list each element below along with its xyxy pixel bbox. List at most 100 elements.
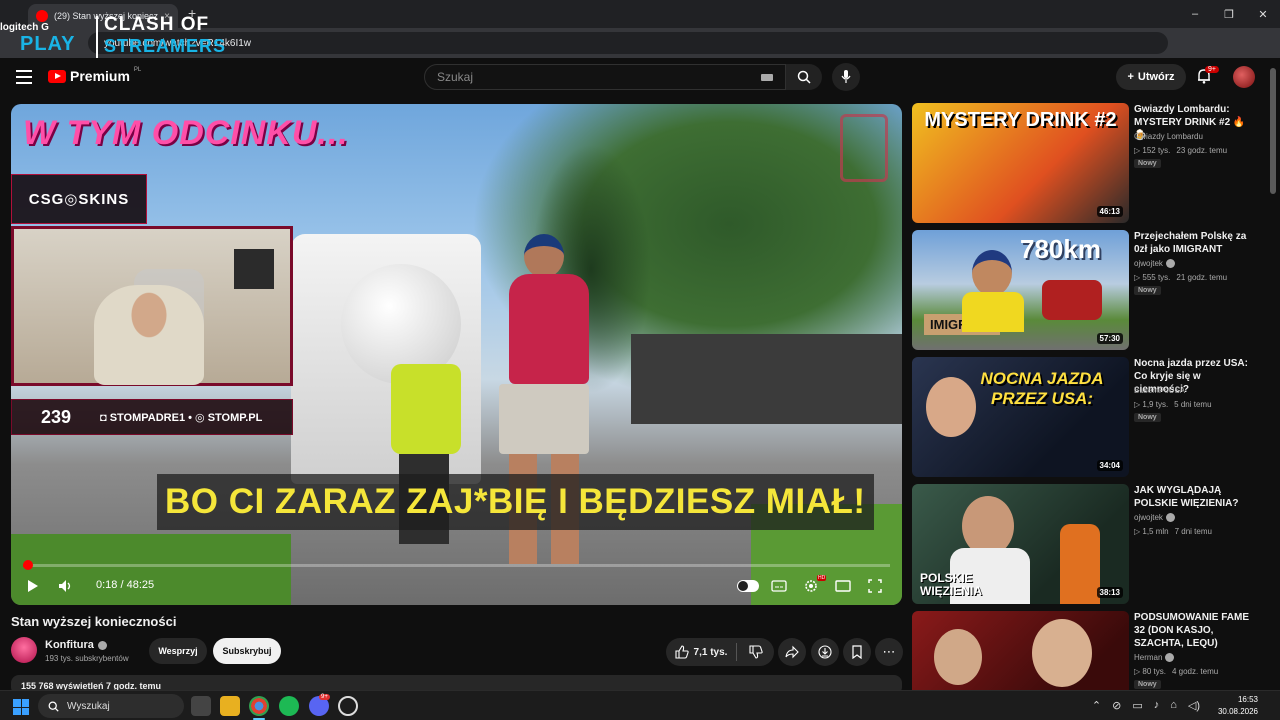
taskbar-clock[interactable]: 16:53 30.08.2026 [1218, 694, 1258, 718]
keyboard-icon[interactable] [761, 74, 773, 81]
dislike-button[interactable] [737, 645, 774, 659]
search-button[interactable] [786, 64, 822, 90]
new-badge: Nowy [1134, 286, 1161, 295]
volume-icon[interactable] [57, 576, 73, 596]
upload-age: 5 dni temu [1174, 400, 1212, 409]
video-thumbnail[interactable]: MYSTERY DRINK #2 46:13 [912, 103, 1129, 223]
thumbnail-face [1032, 619, 1092, 687]
clock-time: 16:53 [1237, 695, 1258, 704]
like-dislike-group: 7,1 tys. [666, 638, 774, 666]
tray-microphone-icon[interactable]: ♪ [1154, 699, 1160, 712]
recommendation-item[interactable]: NOCNA JAZDA PRZEZ USA: 34:04 Nocna jazda… [912, 357, 1264, 477]
recommendation-channel[interactable]: ojwojtek [1134, 259, 1175, 268]
subtitles-icon[interactable] [771, 576, 787, 596]
recommendation-item[interactable]: PODSUMOWANIE FAME 32 (DON KASJO, SZACHTA… [912, 611, 1264, 695]
recommendation-item[interactable]: MYSTERY DRINK #2 46:13 Gwiazdy Lombardu:… [912, 103, 1264, 223]
view-count: ▷ 152 tys. [1134, 146, 1171, 155]
tray-volume-icon[interactable]: ◁) [1188, 699, 1200, 712]
maximize-button[interactable]: ❐ [1212, 0, 1246, 28]
channel-label: Herman [1134, 653, 1163, 662]
recommendation-channel[interactable]: Herman [1134, 653, 1175, 662]
thumbnail-face [972, 250, 1012, 296]
recommendation-title[interactable]: Przejechałem Polskę za 0zł jako IMIGRANT [1134, 230, 1254, 256]
new-badge: Nowy [1134, 413, 1161, 422]
verified-check-icon [1165, 513, 1175, 522]
view-count: ▷ 555 tys. [1134, 273, 1171, 282]
streamers-logo-text: STREAMERS [104, 36, 227, 56]
recommendation-title[interactable]: JAK WYGLĄDAJĄ POLSKIE WIĘZIENIA? [1134, 484, 1254, 510]
spotify-icon[interactable] [279, 696, 299, 716]
save-button[interactable] [843, 638, 871, 666]
share-button[interactable] [778, 638, 806, 666]
player-controls: 0:18 / 48:25 HD [11, 574, 902, 598]
video-thumbnail[interactable]: NOCNA JAZDA PRZEZ USA: 34:04 [912, 357, 1129, 477]
clash-logo-text: CLASH OF [104, 14, 210, 35]
menu-icon[interactable] [16, 70, 32, 84]
screen: (29) Stan wyższej konieczności × + – ❐ ✕… [0, 0, 1280, 720]
youtube-logo[interactable]: Premium PL [48, 67, 141, 84]
voice-search-button[interactable] [832, 63, 860, 91]
support-button[interactable]: Wesprzyj [149, 638, 207, 664]
scene-fence [631, 334, 902, 424]
recommendation-channel[interactable]: ojwojtek [1134, 513, 1175, 522]
recommendation-title[interactable]: PODSUMOWANIE FAME 32 (DON KASJO, SZACHTA… [1134, 611, 1254, 650]
more-actions-button[interactable]: ⋯ [875, 638, 903, 666]
taskbar-search-placeholder: Wyszukaj [67, 700, 110, 712]
tray-network-off-icon[interactable]: ⊘ [1112, 699, 1121, 712]
recommendation-item[interactable]: POLSKIE WIĘZIENIA 38:13 JAK WYGLĄDAJĄ PO… [912, 484, 1264, 604]
video-player[interactable]: W TYM ODCINKU... CSG◎SKINS 239 ◘ STOMPAD… [11, 104, 902, 605]
verified-check-icon [1165, 653, 1175, 662]
recommendation-meta: ▷ 1,9 tys. 5 dni temu [1134, 400, 1212, 409]
windows-start-icon[interactable] [13, 699, 29, 715]
download-button[interactable] [811, 638, 839, 666]
clash-of-streamers-logo: logitech G PLAY CLASH OF STREAMERS [0, 6, 230, 66]
like-button[interactable]: 7,1 tys. [666, 645, 736, 659]
tray-camera-icon[interactable]: ▭ [1132, 699, 1142, 712]
video-thumbnail[interactable]: 780km IMIGRANT 57:30 [912, 230, 1129, 350]
search-input[interactable]: Szukaj [424, 64, 786, 90]
video-thumbnail[interactable] [912, 611, 1129, 695]
recommendation-item[interactable]: 780km IMIGRANT 57:30 Przejechałem Polskę… [912, 230, 1264, 350]
youtube-header: Premium PL Szukaj + Utwórz 9+ [0, 58, 1280, 98]
account-avatar[interactable] [1233, 66, 1255, 88]
subscribe-button[interactable]: Subskrybuj [213, 638, 281, 664]
plus-icon: + [1127, 71, 1134, 83]
upload-age: 4 godz. temu [1171, 667, 1219, 676]
upload-age: 23 godz. temu [1176, 146, 1228, 155]
channel-label: Gwiazdy Lombardu [1134, 132, 1203, 141]
create-button[interactable]: + Utwórz [1116, 64, 1186, 90]
thumbnail-face [962, 496, 1014, 556]
video-duration-badge: 46:13 [1096, 206, 1123, 217]
minimize-button[interactable]: – [1178, 0, 1212, 28]
steam-icon[interactable] [338, 696, 358, 716]
video-subtitle: BO CI ZARAZ ZAJ*BIĘ I BĘDZIESZ MIAŁ! [157, 474, 874, 530]
close-window-button[interactable]: ✕ [1246, 0, 1280, 28]
play-icon[interactable] [25, 576, 41, 596]
autoplay-toggle[interactable] [737, 580, 759, 592]
progress-bar[interactable] [23, 560, 890, 570]
thumbnail-face [934, 629, 982, 685]
url-field[interactable]: youtube.com/watch?v=R14k6I1w [88, 32, 1168, 54]
channel-avatar[interactable] [11, 637, 37, 663]
taskbar-search[interactable]: Wyszukaj [38, 694, 184, 718]
chrome-icon[interactable] [249, 696, 269, 716]
windows-taskbar: Wyszukaj 9+ ⌃ ⊘ ▭ ♪ ⌂ ◁) 16:53 30.08.202… [0, 690, 1280, 720]
recommendation-channel[interactable]: BusemPoUSA [1134, 386, 1185, 395]
view-count: ▷ 1,9 tys. [1134, 400, 1169, 409]
page-scrollbar[interactable] [1270, 68, 1276, 194]
video-title: Stan wyższej konieczności [11, 614, 177, 629]
recommendation-channel[interactable]: Gwiazdy Lombardu [1134, 132, 1203, 141]
tray-chevron-icon[interactable]: ⌃ [1092, 699, 1101, 712]
channel-name-row[interactable]: Konfitura [45, 639, 107, 651]
thumbnail-face [926, 377, 976, 437]
video-thumbnail[interactable]: POLSKIE WIĘZIENIA 38:13 [912, 484, 1129, 604]
bookmark-icon [852, 645, 862, 659]
task-view-icon[interactable] [191, 696, 211, 716]
video-duration-badge: 34:04 [1096, 460, 1123, 471]
theater-mode-icon[interactable] [835, 576, 851, 596]
file-explorer-icon[interactable] [220, 696, 240, 716]
fullscreen-icon[interactable] [867, 576, 883, 596]
channel-label: ojwojtek [1134, 513, 1163, 522]
system-tray: ⌃ ⊘ ▭ ♪ ⌂ ◁) [1092, 699, 1200, 712]
tray-network-icon[interactable]: ⌂ [1170, 699, 1177, 712]
